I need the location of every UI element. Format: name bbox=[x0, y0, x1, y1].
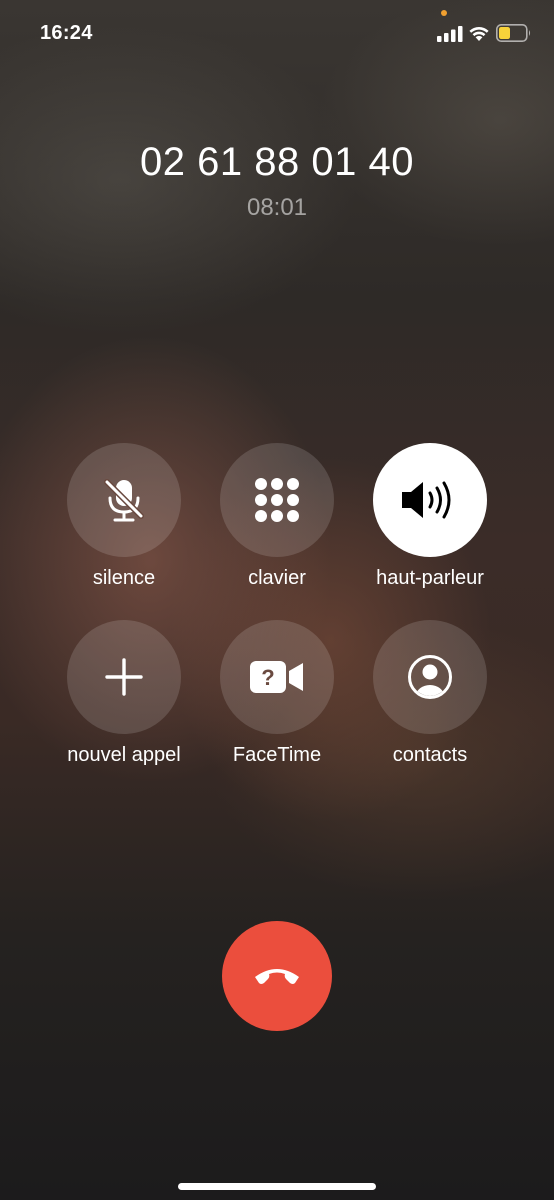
contacts-button[interactable]: contacts bbox=[350, 620, 510, 767]
plus-icon bbox=[105, 658, 143, 696]
cellular-signal-icon bbox=[437, 26, 463, 42]
svg-text:?: ? bbox=[261, 665, 274, 690]
contacts-button-circle[interactable] bbox=[373, 620, 487, 734]
keypad-icon bbox=[255, 478, 299, 522]
add-call-button-circle[interactable] bbox=[67, 620, 181, 734]
person-circle-icon bbox=[408, 655, 452, 699]
silence-button-circle[interactable] bbox=[67, 443, 181, 557]
speaker-label: haut-parleur bbox=[376, 567, 484, 589]
status-time: 16:24 bbox=[40, 22, 93, 44]
add-call-label: nouvel appel bbox=[67, 744, 181, 766]
facetime-label: FaceTime bbox=[232, 744, 322, 766]
home-indicator[interactable] bbox=[178, 1183, 376, 1190]
add-call-button[interactable]: nouvel appel bbox=[44, 620, 204, 767]
keypad-button[interactable]: clavier bbox=[197, 443, 357, 590]
caller-number: 02 61 88 01 40 bbox=[140, 140, 414, 184]
phone-down-icon bbox=[255, 969, 299, 984]
end-call-button[interactable] bbox=[222, 921, 332, 1031]
facetime-icon: ? bbox=[250, 661, 303, 693]
speaker-icon bbox=[402, 481, 451, 519]
keypad-button-circle[interactable] bbox=[220, 443, 334, 557]
speaker-button-circle[interactable] bbox=[373, 443, 487, 557]
camera-indicator-dot bbox=[441, 10, 447, 16]
battery-icon bbox=[496, 24, 531, 42]
silence-button[interactable]: silence bbox=[44, 443, 204, 590]
keypad-label: clavier bbox=[248, 567, 306, 589]
silence-label: silence bbox=[92, 567, 156, 589]
speaker-button[interactable]: haut-parleur bbox=[350, 443, 510, 590]
facetime-button[interactable]: ? FaceTime bbox=[197, 620, 357, 767]
contacts-label: contacts bbox=[392, 744, 468, 766]
mic-slash-icon bbox=[104, 479, 144, 522]
facetime-button-circle[interactable]: ? bbox=[220, 620, 334, 734]
wifi-icon bbox=[469, 27, 489, 41]
call-duration: 08:01 bbox=[246, 194, 308, 221]
status-bar: 16:24 bbox=[0, 0, 554, 60]
